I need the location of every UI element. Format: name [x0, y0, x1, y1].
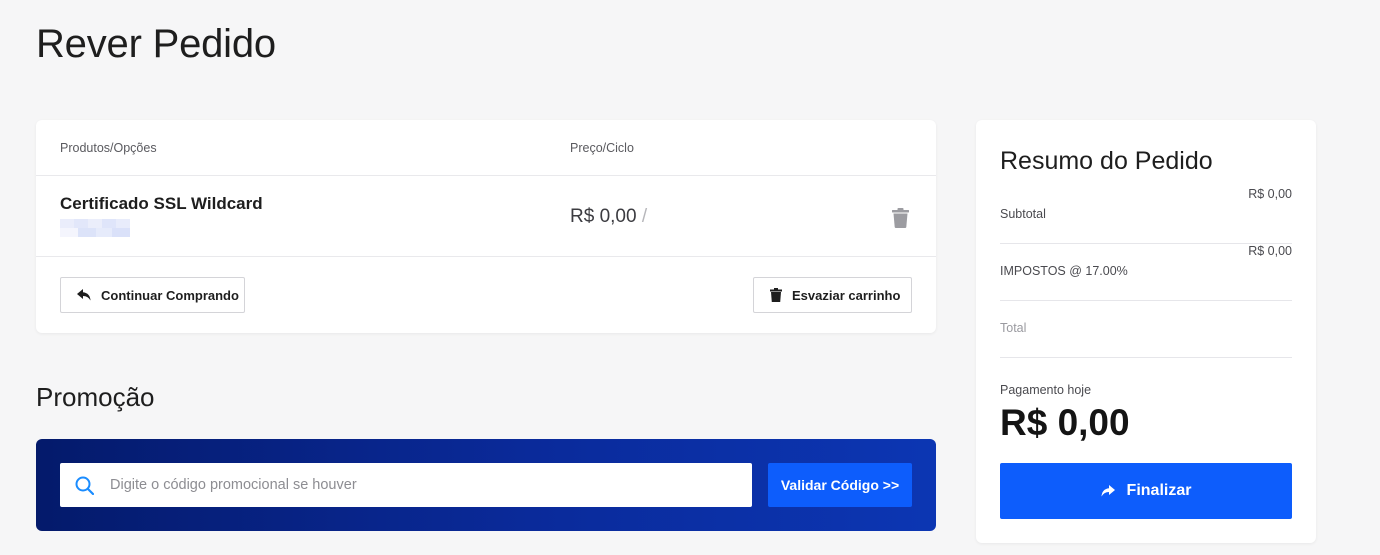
pay-today-label: Pagamento hoje — [1000, 383, 1092, 397]
subtotal-label: Subtotal — [1000, 207, 1046, 221]
order-summary-card: Resumo do Pedido Subtotal R$ 0,00 IMPOST… — [976, 120, 1316, 543]
item-price: R$ 0,00 / — [570, 206, 647, 228]
reply-arrow-icon — [77, 289, 91, 301]
subtotal-value: R$ 0,00 — [1248, 187, 1292, 201]
tax-value: R$ 0,00 — [1248, 244, 1292, 258]
cart-item-row: Certificado SSL Wildcard R$ 0,00 / — [36, 176, 936, 257]
continue-shopping-button[interactable]: Continuar Comprando — [60, 277, 245, 313]
pay-today-amount: R$ 0,00 — [1000, 402, 1130, 443]
item-domain-redacted — [60, 219, 130, 237]
search-icon — [75, 476, 94, 495]
summary-title: Resumo do Pedido — [1000, 147, 1213, 175]
item-cycle-separator: / — [641, 206, 648, 227]
share-arrow-icon — [1101, 485, 1115, 497]
promo-input-wrapper — [60, 463, 752, 507]
trash-icon — [770, 288, 782, 302]
subtotal-row: Subtotal R$ 0,00 — [1000, 187, 1292, 244]
promo-code-input[interactable] — [110, 477, 710, 493]
finalize-label: Finalizar — [1126, 482, 1192, 499]
continue-shopping-label: Continuar Comprando — [101, 287, 239, 303]
page-title: Rever Pedido — [36, 22, 276, 66]
price-column-header: Preço/Ciclo — [570, 141, 634, 155]
promo-card: Validar Código >> — [36, 439, 936, 531]
finalize-button[interactable]: Finalizar — [1000, 463, 1292, 519]
remove-item-button[interactable] — [892, 208, 910, 228]
products-column-header: Produtos/Opções — [60, 141, 157, 155]
cart-table-header: Produtos/Opções Preço/Ciclo — [36, 120, 936, 176]
promo-title: Promoção — [36, 382, 155, 412]
empty-cart-button[interactable]: Esvaziar carrinho — [753, 277, 912, 313]
total-row: Total — [1000, 301, 1292, 358]
cart-actions: Continuar Comprando Esvaziar carrinho — [36, 257, 936, 333]
item-price-value: R$ 0,00 — [570, 206, 637, 227]
total-label: Total — [1000, 321, 1027, 335]
validate-code-button[interactable]: Validar Código >> — [768, 463, 912, 507]
empty-cart-label: Esvaziar carrinho — [792, 287, 901, 303]
tax-row: IMPOSTOS @ 17.00% R$ 0,00 — [1000, 244, 1292, 301]
tax-label: IMPOSTOS @ 17.00% — [1000, 264, 1128, 278]
cart-card: Produtos/Opções Preço/Ciclo Certificado … — [36, 120, 936, 333]
item-name: Certificado SSL Wildcard — [60, 194, 263, 213]
trash-icon — [892, 208, 909, 228]
